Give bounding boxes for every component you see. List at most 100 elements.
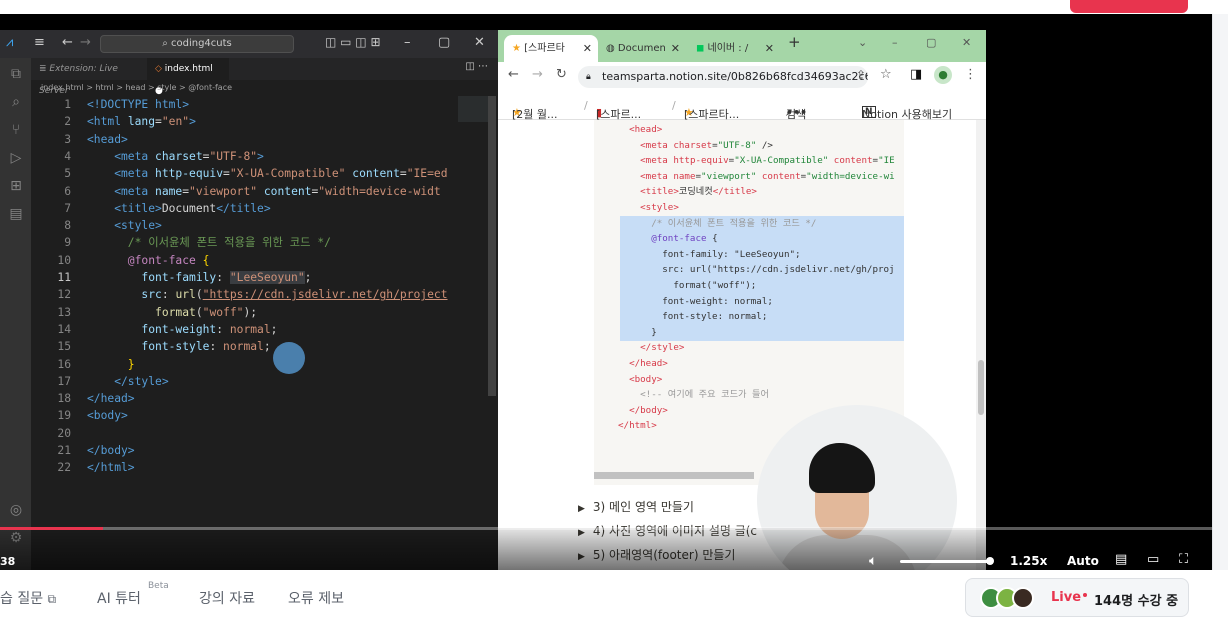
minimize-icon[interactable]: –: [404, 35, 411, 50]
toggle-triangle-icon[interactable]: ▶: [578, 504, 585, 514]
browser-tab-naver-label: 네이버 : /: [707, 43, 749, 54]
code-token: <style>: [87, 219, 162, 233]
code-token: Document: [161, 201, 217, 215]
side-panel-icon[interactable]: ◨: [910, 67, 922, 82]
subtitles-icon[interactable]: ▤: [1115, 552, 1127, 567]
remote-icon[interactable]: ▤: [6, 204, 26, 224]
code-line: <head>: [87, 131, 128, 148]
notion-code-line: format("woff");: [618, 278, 756, 294]
tab-close-icon[interactable]: ✕: [671, 35, 680, 62]
maximize-icon[interactable]: ▢: [438, 35, 450, 50]
code-token: font-weight: normal;: [662, 295, 773, 307]
line-number: 15: [57, 340, 71, 354]
code-line: font-family: "LeeSeoyun";: [87, 269, 311, 286]
browser-close-icon[interactable]: ✕: [962, 36, 971, 49]
code-token: </body>: [87, 444, 135, 457]
live-viewers-badge[interactable]: Live 144명 수강 중: [965, 578, 1189, 617]
profile-avatar-icon[interactable]: ●: [934, 66, 952, 84]
speed-button[interactable]: 1.25x: [1010, 554, 1047, 568]
browser-menu-icon[interactable]: ⋮: [964, 67, 977, 82]
progress-bar[interactable]: [0, 527, 1212, 530]
globe-icon: ◍: [606, 43, 615, 54]
search-icon[interactable]: ⌕: [6, 92, 26, 112]
tab-materials[interactable]: 강의 자료: [199, 588, 255, 608]
code-token: content: [345, 167, 400, 181]
minimap[interactable]: [458, 96, 488, 122]
code-line: }: [87, 356, 135, 373]
address-bar-text: teamsparta.notion.site/0b826b68fcd34693a…: [602, 70, 868, 83]
code-token: <!-- 여기에 주요 코드가 들어: [640, 389, 769, 401]
extensions-icon[interactable]: ⊞: [6, 176, 26, 196]
code-token: <meta: [87, 149, 156, 163]
editor-scrollbar[interactable]: [488, 96, 496, 396]
code-token: font-weight: [87, 322, 217, 336]
tab-close-icon[interactable]: ✕: [765, 35, 774, 62]
browser-scrollbar-thumb[interactable]: [978, 360, 984, 415]
fullscreen-icon[interactable]: ⛶: [1179, 552, 1188, 567]
video-player[interactable]: ⩘ ≡ ← → ⌕ coding4cuts ◫ ▭ ◫ ⊞ – ▢ ✕ ⧉ ⌕ …: [0, 14, 1212, 570]
address-bar[interactable]: 🔒︎ teamsparta.notion.site/0b826b68fcd3469…: [578, 66, 868, 88]
tab-question[interactable]: 습 질문 ⧉: [0, 588, 56, 608]
line-number: 13: [57, 305, 71, 319]
more-icon[interactable]: •••: [786, 106, 807, 119]
quality-button[interactable]: Auto: [1067, 554, 1099, 568]
share-icon[interactable]: ⇪: [856, 68, 866, 82]
run-debug-icon[interactable]: ▷: [6, 148, 26, 168]
code-token: 코딩네컷: [678, 186, 713, 198]
code-block-scrollbar[interactable]: [594, 472, 754, 479]
tab-live-server[interactable]: ≣ Extension: Live Server: [31, 58, 147, 96]
live-label: Live: [1051, 590, 1082, 605]
volume-slider[interactable]: [900, 557, 994, 565]
forward-arrow-icon[interactable]: →: [80, 35, 91, 50]
code-token: <title>: [87, 201, 162, 215]
browser-maximize-icon[interactable]: ▢: [926, 36, 936, 49]
layout-icons[interactable]: ◫ ▭ ◫ ⊞: [325, 35, 381, 49]
volume-knob[interactable]: [986, 557, 994, 565]
theater-mode-icon[interactable]: ▭: [1147, 552, 1159, 567]
code-editor[interactable]: 1 <!DOCTYPE html> 2 <html lang="en"> 3 <head>…: [31, 96, 461, 516]
close-icon[interactable]: ✕: [474, 35, 485, 50]
code-token: font-style: [87, 340, 210, 354]
bookmark-star-icon[interactable]: ☆: [880, 67, 892, 82]
header-action-button[interactable]: [1070, 0, 1188, 13]
back-arrow-icon[interactable]: ←: [62, 35, 73, 50]
account-icon[interactable]: ◎: [6, 500, 26, 520]
new-tab-plus-icon[interactable]: +: [788, 33, 801, 51]
reload-icon[interactable]: ↻: [556, 67, 567, 82]
browser-tab-document[interactable]: ◍ Documen ✕: [598, 35, 686, 62]
code-token: src: [87, 288, 162, 302]
tab-error-report[interactable]: 오류 제보: [288, 588, 344, 608]
browser-forward-icon[interactable]: →: [532, 67, 543, 82]
volume-icon[interactable]: 🔈︎: [869, 553, 877, 569]
code-token: />: [756, 139, 773, 151]
bookmark-separator: /: [672, 99, 676, 112]
explorer-icon[interactable]: ⧉: [6, 64, 26, 84]
browser-minimize-icon[interactable]: –: [892, 36, 898, 49]
toggle-item[interactable]: ▶ 3) 메인 영역 만들기: [578, 498, 694, 515]
tab-ai-tutor[interactable]: AI 튜터: [97, 588, 141, 608]
tab-close-icon[interactable]: ✕: [583, 35, 592, 62]
code-token: lang: [127, 115, 156, 129]
browser-back-icon[interactable]: ←: [508, 67, 519, 82]
browser-scrollbar[interactable]: [976, 120, 986, 570]
tab-search-chevron-icon[interactable]: ⌄: [858, 36, 867, 49]
browser-tab-naver[interactable]: ◼ 네이버 : / ✕: [688, 35, 780, 62]
source-control-icon[interactable]: ⑂: [6, 120, 26, 140]
browser-tab-sparta-label: [스파르타: [524, 43, 565, 54]
code-token: "UTF-8": [209, 149, 258, 163]
command-search[interactable]: ⌕ coding4cuts: [100, 35, 294, 53]
code-token: <title>: [640, 186, 679, 198]
browser-tab-sparta[interactable]: ★ [스파르타 ✕: [504, 35, 598, 62]
code-token: <style>: [640, 202, 679, 213]
menu-icon[interactable]: ≡: [34, 35, 45, 50]
code-token: <body>: [87, 409, 128, 423]
code-token: "IE=ed: [406, 167, 448, 181]
tab-index-html[interactable]: ◇ index.html ●: [147, 58, 229, 96]
code-token: http-equiv: [155, 167, 224, 181]
split-editor-icon[interactable]: ◫ ⋯: [465, 61, 488, 72]
